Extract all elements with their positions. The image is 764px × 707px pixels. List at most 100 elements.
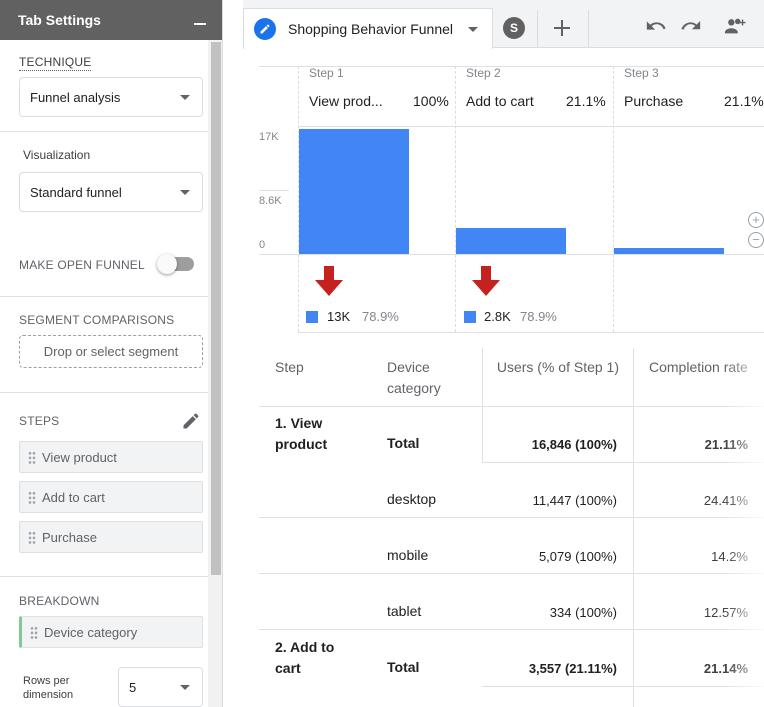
legend-swatch: [464, 311, 476, 323]
abandon-value: 13K: [327, 309, 351, 324]
rows-per-dimension-label: Rows per dimension: [23, 674, 73, 702]
rate-cell: 21.11%: [704, 437, 748, 452]
step-percent: 21.1%: [566, 93, 606, 109]
add-tab-icon[interactable]: [550, 16, 574, 40]
rate-cell: 12.57%: [703, 605, 748, 620]
step-chip-view-product[interactable]: View product: [19, 441, 203, 473]
row-divider: [259, 406, 764, 407]
redo-icon[interactable]: [680, 15, 702, 37]
divider: [0, 392, 208, 393]
divider: [0, 131, 208, 132]
funnel-bar-view-product[interactable]: [299, 129, 409, 254]
chevron-down-icon[interactable]: [468, 27, 478, 32]
zoom-out-icon[interactable]: −: [748, 232, 764, 248]
drag-handle-icon[interactable]: [28, 531, 36, 545]
panel-header: Tab Settings: [0, 0, 222, 40]
segment-comparisons-label: SEGMENT COMPARISONS: [19, 313, 175, 327]
funnel-bar-add-to-cart[interactable]: [456, 228, 566, 254]
drag-handle-icon[interactable]: [28, 451, 36, 465]
tab-shopping-behavior-funnel[interactable]: Shopping Behavior Funnel: [243, 8, 493, 49]
row-divider: [259, 573, 764, 574]
y-tick-label: 17K: [259, 131, 279, 143]
steps-label: STEPS: [19, 414, 60, 428]
technique-select[interactable]: Funnel analysis: [19, 77, 203, 117]
y-tick-label: 0: [259, 239, 266, 251]
row-divider: [259, 629, 764, 630]
step-chip-add-to-cart[interactable]: Add to cart: [19, 481, 203, 513]
column-divider: [633, 348, 634, 707]
device-cell: tablet: [387, 603, 422, 619]
visualization-select[interactable]: Standard funnel: [19, 172, 203, 212]
step-header-1: Step 1 View prod... 100%: [309, 66, 449, 126]
chevron-down-icon: [180, 685, 190, 690]
panel-scrollbar[interactable]: [211, 42, 221, 575]
header-device-category[interactable]: Device category: [387, 357, 467, 399]
step-name: Purchase: [624, 93, 684, 109]
y-gridline: [259, 190, 289, 191]
table-fade-overlay: [724, 348, 764, 707]
device-cell: desktop: [387, 491, 437, 507]
step-chip-label: Purchase: [42, 529, 97, 545]
toggle-knob: [157, 254, 177, 274]
step-cell: 1. View product: [275, 415, 328, 452]
chart-bottom-line: [298, 332, 764, 333]
technique-value: Funnel analysis: [30, 89, 121, 105]
header-users[interactable]: Users (% of Step 1): [493, 357, 619, 378]
visualization-value: Standard funnel: [30, 184, 122, 200]
step-number: Step 3: [624, 66, 659, 80]
segment-drop-zone[interactable]: Drop or select segment: [19, 335, 203, 368]
pencil-icon: [254, 18, 276, 40]
pencil-icon[interactable]: [181, 411, 201, 431]
step-number: Step 2: [466, 66, 501, 80]
header-completion-rate[interactable]: Completion rate: [649, 357, 764, 378]
drag-handle-icon[interactable]: [28, 491, 36, 505]
rows-label-line1: Rows per: [23, 675, 70, 687]
panel-content: TECHNIQUE Funnel analysis Visualization …: [0, 40, 208, 707]
abandon-percent: 78.9%: [520, 309, 557, 324]
share-people-icon[interactable]: [722, 15, 748, 37]
column-separator: [613, 66, 614, 332]
step-chip-purchase[interactable]: Purchase: [19, 521, 203, 553]
step-percent: 100%: [413, 93, 449, 109]
device-cell: Total: [387, 659, 420, 675]
segment-avatar[interactable]: S: [503, 17, 525, 39]
rate-cell: 21.14%: [703, 661, 748, 676]
rows-value: 5: [129, 679, 137, 695]
drag-handle-icon[interactable]: [30, 626, 38, 640]
technique-label: TECHNIQUE: [19, 55, 92, 71]
users-cell: 16,846 (100%): [531, 437, 617, 452]
step-cell: 2. Add to cart: [275, 639, 335, 676]
zoom-in-icon[interactable]: +: [748, 212, 764, 228]
y-tick-label: 8.6K: [259, 195, 282, 207]
chart-baseline: [259, 254, 764, 255]
step-header-2: Step 2 Add to cart 21.1%: [466, 66, 606, 126]
tab-separator: [588, 10, 589, 48]
tab-title: Shopping Behavior Funnel: [288, 21, 454, 37]
step-name: View prod...: [309, 93, 383, 109]
breakdown-chip-device-category[interactable]: Device category: [19, 616, 203, 648]
panel-title: Tab Settings: [18, 12, 101, 28]
rows-per-dimension-select[interactable]: 5: [118, 667, 203, 707]
divider: [0, 296, 208, 297]
tab-bar: Shopping Behavior Funnel S: [243, 0, 764, 49]
row-divider: [482, 462, 764, 463]
open-funnel-toggle[interactable]: [157, 254, 194, 274]
users-cell: 11,447 (100%): [532, 493, 617, 508]
breakdown-label: BREAKDOWN: [19, 594, 100, 608]
minimize-icon[interactable]: [194, 13, 208, 27]
open-funnel-label: MAKE OPEN FUNNEL: [19, 258, 145, 272]
funnel-bar-purchase[interactable]: [614, 248, 724, 254]
visualization-label: Visualization: [23, 148, 91, 162]
row-divider: [482, 686, 764, 687]
undo-icon[interactable]: [645, 15, 667, 37]
users-cell: 5,079 (100%): [538, 549, 617, 564]
drop-off-arrow-icon[interactable]: [315, 266, 343, 296]
step-header-3: Step 3 Purchase 21.1%: [624, 66, 764, 126]
users-cell: 3,557 (21.11%): [528, 661, 617, 676]
drop-off-arrow-icon[interactable]: [472, 266, 500, 296]
chevron-down-icon: [180, 95, 190, 100]
header-step[interactable]: Step: [275, 357, 304, 378]
divider: [0, 576, 208, 577]
rate-cell: 24.41%: [703, 493, 748, 508]
column-separator: [455, 66, 456, 332]
